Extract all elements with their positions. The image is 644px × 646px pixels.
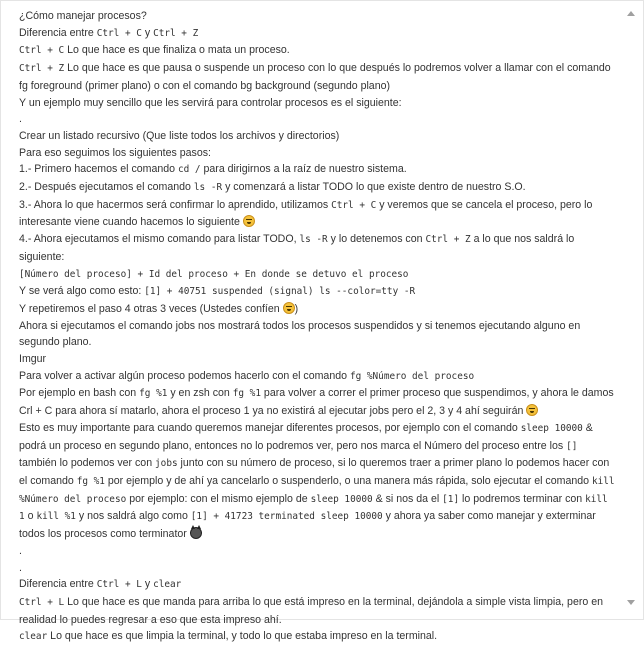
inline-code: Ctrl + C (96, 27, 142, 39)
text-segment: Ahora si ejecutamos el comando jobs nos … (19, 319, 584, 349)
text-segment: Esto es muy importante para cuando quere… (19, 421, 521, 434)
inline-code: clear (153, 579, 182, 591)
inline-code: Ctrl + Z (19, 63, 65, 75)
text-segment: por ejemplo: con el mismo ejemplo de (126, 492, 311, 505)
heading-question: ¿Cómo manejar procesos? (19, 8, 615, 25)
inline-code: fg %1 (76, 475, 105, 487)
text-segment: Imgur (19, 353, 47, 366)
inline-code: ls -R (193, 182, 223, 194)
text-segment: Diferencia entre (19, 26, 97, 39)
code-process-format: [Número del proceso] + Id del proceso + … (19, 266, 615, 284)
step-2: 2.- Después ejecutamos el comando ls -R … (19, 179, 615, 197)
inline-code: [1] (442, 493, 460, 505)
paragraph-recursive-list: Crear un listado recursivo (Que liste to… (19, 128, 615, 145)
text-segment: & si nos da el (372, 492, 443, 505)
heading-difference-ctrl-c-z: Diferencia entre Ctrl + C y Ctrl + Z (19, 25, 615, 43)
text-segment: Lo que hace es que pausa o suspende un p… (19, 62, 614, 92)
inline-code: [1] + 41723 terminated sleep 10000 (190, 511, 383, 523)
text-segment: Para eso seguimos los siguientes pasos: (19, 146, 211, 159)
comment-panel: ¿Cómo manejar procesos? Diferencia entre … (0, 0, 644, 642)
paragraph-repeat-step: Y repetiremos el paso 4 otras 3 veces (U… (19, 301, 615, 318)
comment-body: ¿Cómo manejar procesos? Diferencia entre … (19, 8, 615, 646)
scroll-down-arrow-icon[interactable] (627, 600, 635, 605)
text-segment: Lo que hace es que manda para arriba lo … (19, 595, 606, 626)
text-segment: o (24, 510, 37, 523)
paragraph-clear: clear Lo que hace es que limpia la termi… (19, 628, 615, 646)
grinning-face-emoji-icon (242, 215, 255, 228)
inline-code: Ctrl + C (331, 199, 377, 211)
inline-code: Ctrl + L (19, 596, 65, 608)
text-segment: ¿Cómo manejar procesos? (19, 10, 147, 22)
separator-dot: . (19, 111, 615, 128)
inline-code: cd / (177, 164, 201, 176)
inline-code: [1] + 40751 suspended (signal) ls --colo… (144, 286, 416, 298)
step-3: 3.- Ahora lo que hacermos será confirmar… (19, 197, 615, 231)
text-segment: ) (294, 302, 299, 315)
paragraph-sleep-kill: Esto es muy importante para cuando quere… (19, 420, 615, 543)
text-segment: y comenzará a listar TODO lo que existe … (222, 181, 526, 194)
grinning-face-emoji-icon (526, 404, 539, 417)
paragraph-jobs: Ahora si ejecutamos el comando jobs nos … (19, 318, 615, 351)
heading-difference-ctrl-l-clear: Diferencia entre Ctrl + L y clear (19, 576, 615, 594)
inline-code: Ctrl + L (96, 579, 142, 591)
text-segment: Y se verá algo como esto: (19, 285, 145, 298)
text-segment: Y un ejemplo muy sencillo que les servir… (19, 96, 402, 109)
grinning-face-emoji-icon (282, 301, 295, 314)
paragraph-steps-intro: Para eso seguimos los siguientes pasos: (19, 145, 615, 162)
paragraph-output-example: Y se verá algo como esto: [1] + 40751 su… (19, 283, 615, 301)
separator-dot: . (19, 560, 615, 577)
inline-code: Ctrl + Z (153, 27, 199, 39)
paragraph-fg-example: Por ejemplo en bash con fg %1 y en zsh c… (19, 385, 615, 419)
inline-code: Ctrl + Z (425, 234, 471, 246)
paragraph-example-intro: Y un ejemplo muy sencillo que les servir… (19, 95, 615, 112)
text-segment: Diferencia entre (19, 578, 97, 591)
inline-code: fg %1 (232, 388, 261, 400)
inline-code: jobs (155, 458, 178, 470)
paragraph-ctrl-c: Ctrl + C Lo que hace es que finaliza o m… (19, 42, 615, 60)
text-segment: y (141, 578, 154, 591)
text-segment: y (141, 26, 154, 39)
step-4: 4.- Ahora ejecutamos el mismo comando pa… (19, 231, 615, 265)
paragraph-fg-command: Para volver a activar algún proceso pode… (19, 368, 615, 386)
inline-code: fg %Número del proceso (349, 370, 475, 382)
inline-code: fg %1 (139, 388, 168, 400)
inline-code: [Número del proceso] + Id del proceso + … (19, 268, 409, 280)
text-segment: lo podremos terminar con (459, 492, 586, 505)
inline-code: sleep 10000 (520, 422, 583, 434)
text-segment: . (19, 544, 22, 557)
paragraph-ctrl-z: Ctrl + Z Lo que hace es que pausa o susp… (19, 60, 615, 94)
text-segment: Por ejemplo en bash con (19, 387, 140, 400)
text-segment: para dirigirnos a la raíz de nuestro sis… (200, 163, 407, 176)
text-segment: . (19, 113, 22, 126)
text-segment: Lo que hace es que finaliza o mata un pr… (64, 44, 290, 57)
inline-code: sleep 10000 (310, 493, 373, 505)
text-segment: Y repetiremos el paso 4 otras 3 veces (U… (19, 302, 283, 315)
text-segment: 4.- Ahora ejecutamos el mismo comando pa… (19, 233, 300, 246)
inline-code: [] (566, 440, 578, 452)
scroll-up-arrow-icon[interactable] (627, 11, 635, 16)
image-placeholder-imgur: Imgur (19, 351, 615, 368)
text-segment: Lo que hace es que limpia la terminal, y… (47, 630, 438, 643)
text-segment: . (19, 561, 22, 574)
scroll-track[interactable] (628, 23, 634, 595)
separator-dot: . (19, 543, 615, 560)
text-segment: y lo detenemos con (327, 233, 426, 246)
text-segment: 2.- Después ejecutamos el comando (19, 181, 194, 194)
text-segment: 3.- Ahora lo que hacermos será confirmar… (19, 198, 332, 211)
inline-code: clear (19, 631, 48, 643)
text-segment: y en zsh con (167, 387, 233, 400)
paragraph-ctrl-l: Ctrl + L Lo que hace es que manda para a… (19, 594, 615, 628)
text-segment: 1.- Primero hacemos el comando (19, 163, 178, 176)
inline-code: ls -R (299, 234, 328, 246)
text-segment: por ejemplo y de ahí ya cancelarlo o sus… (104, 474, 592, 487)
text-segment: Crear un listado recursivo (Que liste to… (19, 129, 340, 142)
inline-code: Ctrl + C (19, 45, 65, 57)
step-1: 1.- Primero hacemos el comando cd / para… (19, 161, 615, 179)
vertical-scrollbar[interactable] (625, 5, 637, 611)
text-segment: y nos saldrá algo como (75, 510, 191, 523)
inline-code: kill %1 (36, 511, 76, 523)
smiling-devil-emoji-icon (189, 525, 202, 540)
text-segment: Para volver a activar algún proceso pode… (19, 369, 350, 382)
